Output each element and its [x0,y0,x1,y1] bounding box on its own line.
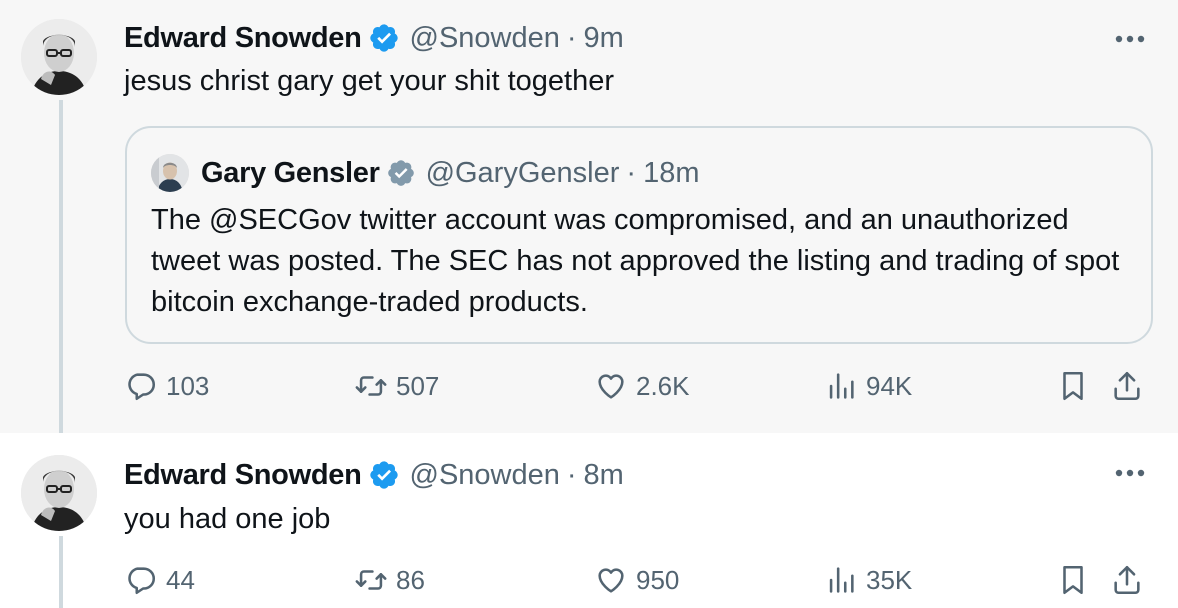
reply-button[interactable]: 44 [124,563,195,597]
timestamp[interactable]: 9m [584,22,624,55]
views-icon [829,567,854,593]
repost-count: 86 [396,564,425,595]
share-button[interactable] [1110,369,1144,403]
quote-author-handle[interactable]: @GaryGensler [426,157,620,190]
reply-icon [128,567,156,595]
tweet-text: you had one job [124,503,331,535]
repost-button[interactable]: 507 [354,369,439,403]
like-icon [598,374,624,399]
like-button[interactable]: 2.6K [594,369,690,403]
share-button[interactable] [1110,563,1144,597]
repost-count: 507 [396,370,440,401]
author-name[interactable]: Edward Snowden [124,22,362,55]
avatar[interactable] [21,19,97,95]
author-name[interactable]: Edward Snowden [124,459,362,492]
quoted-tweet[interactable]: Gary Gensler @GaryGensler · 18m The @SEC… [125,126,1153,344]
tweet-text: jesus christ gary get your shit together [124,65,615,97]
bookmark-icon [1063,371,1083,401]
more-icon[interactable] [1110,27,1150,51]
avatar[interactable] [21,455,97,531]
verified-badge-icon[interactable] [368,22,400,54]
quote-avatar [151,154,189,192]
views-button[interactable]: 94K [824,369,912,403]
verified-badge-icon[interactable] [386,158,416,188]
share-icon [1114,371,1140,401]
more-icon[interactable] [1110,461,1150,485]
quote-header: Gary Gensler @GaryGensler · 18m [151,154,699,192]
author-handle[interactable]: @Snowden [410,22,560,55]
tweet-header: Edward Snowden @Snowden · 9m [124,19,624,57]
like-icon [598,568,624,593]
thread-line [59,536,63,608]
reply-button[interactable]: 103 [124,369,209,403]
repost-icon [355,570,387,590]
views-button[interactable]: 35K [824,563,912,597]
reply-icon [128,373,156,401]
bookmark-button[interactable] [1056,369,1090,403]
quote-author-name[interactable]: Gary Gensler [201,157,380,190]
like-count: 2.6K [636,370,690,401]
like-button[interactable]: 950 [594,563,679,597]
author-handle[interactable]: @Snowden [410,459,560,492]
action-bar: 44 86 950 35K [124,563,1154,603]
action-bar: 103 507 2.6K 94K [124,369,1154,409]
bookmark-button[interactable] [1056,563,1090,597]
separator: · [566,458,577,491]
like-count: 950 [636,564,680,595]
views-icon [829,373,854,399]
view-count: 35K [866,564,913,595]
quote-timestamp[interactable]: 18m [643,157,699,190]
share-icon [1114,565,1140,595]
repost-button[interactable]: 86 [354,563,425,597]
quote-text: The @SECGov twitter account was compromi… [151,204,1120,318]
tweet[interactable]: Edward Snowden @Snowden · 8m you had one… [0,433,1178,608]
tweet-header: Edward Snowden @Snowden · 8m [124,456,624,494]
timestamp[interactable]: 8m [584,459,624,492]
reply-count: 103 [166,370,210,401]
separator: · [566,21,577,54]
separator: · [626,156,637,189]
thread-line [59,100,63,433]
tweet[interactable]: Edward Snowden @Snowden · 9m jesus chris… [0,0,1178,433]
verified-badge-icon[interactable] [368,459,400,491]
repost-icon [355,376,387,396]
reply-count: 44 [166,564,195,595]
bookmark-icon [1063,565,1083,595]
view-count: 94K [866,370,913,401]
